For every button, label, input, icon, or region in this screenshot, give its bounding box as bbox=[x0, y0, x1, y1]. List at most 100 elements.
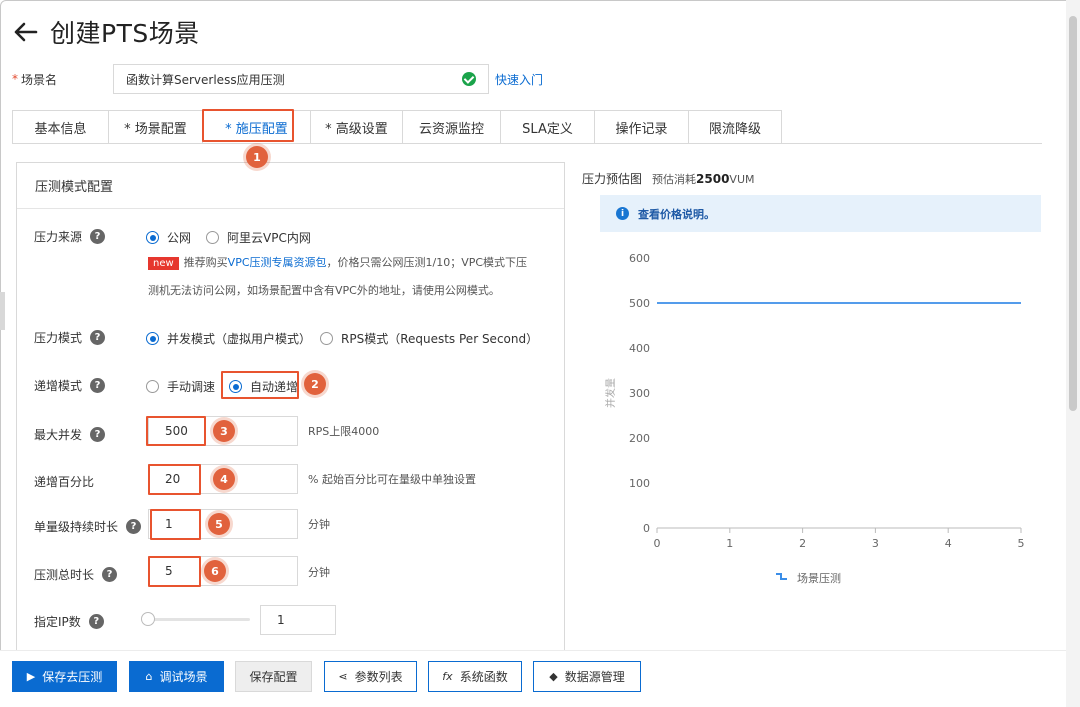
step-badge-3: 3 bbox=[213, 420, 235, 442]
function-icon: fx bbox=[442, 670, 452, 683]
tab-basic-info[interactable]: 基本信息 bbox=[12, 110, 108, 144]
step-duration-unit: 分钟 bbox=[308, 516, 330, 532]
x-tick-label: 2 bbox=[799, 537, 806, 550]
tab-advanced[interactable]: * 高级设置 bbox=[310, 110, 402, 144]
ip-count-slider-track[interactable] bbox=[146, 618, 250, 621]
help-icon[interactable]: ? bbox=[90, 229, 105, 244]
tab-label: 操作记录 bbox=[615, 118, 667, 137]
total-duration-label: 压测总时长? bbox=[34, 566, 117, 583]
page-title: 创建PTS场景 bbox=[50, 14, 200, 50]
tab-label: 限流降级 bbox=[709, 118, 761, 137]
y-tick-label: 200 bbox=[629, 432, 650, 445]
side-handle[interactable] bbox=[0, 292, 5, 330]
radio-icon bbox=[206, 231, 219, 244]
tab-sla[interactable]: SLA定义 bbox=[500, 110, 594, 144]
share-icon: ⋖ bbox=[338, 670, 347, 683]
datasource-manage-button[interactable]: ◆ 数据源管理 bbox=[533, 661, 641, 692]
ip-count-label: 指定IP数? bbox=[34, 613, 104, 630]
step-badge-6: 6 bbox=[204, 560, 226, 582]
radio-rps-mode[interactable]: RPS模式（Requests Per Second） bbox=[320, 330, 538, 347]
cube-icon: ◆ bbox=[549, 670, 557, 683]
back-arrow-icon[interactable] bbox=[12, 19, 38, 45]
y-tick-label: 600 bbox=[629, 252, 650, 265]
help-icon[interactable]: ? bbox=[90, 378, 105, 393]
max-concurrency-hint: RPS上限4000 bbox=[308, 423, 379, 439]
help-icon[interactable]: ? bbox=[126, 519, 141, 534]
new-tag: new bbox=[148, 257, 179, 270]
label-text: 递增模式 bbox=[34, 377, 82, 394]
tab-label: * 高级设置 bbox=[325, 118, 388, 137]
vpc-tip-line2: 测机无法访问公网，如场景配置中含有VPC外的地址，请使用公网模式。 bbox=[148, 278, 500, 304]
param-list-button[interactable]: ⋖ 参数列表 bbox=[324, 661, 417, 692]
cost-prefix: 预估消耗 bbox=[652, 173, 696, 186]
vpc-package-link[interactable]: VPC压测专属资源包 bbox=[228, 256, 327, 269]
quick-start-link[interactable]: 快速入门 bbox=[495, 71, 543, 88]
cost-estimate: 预估消耗2500VUM bbox=[652, 171, 754, 187]
help-icon[interactable]: ? bbox=[89, 614, 104, 629]
total-duration-unit: 分钟 bbox=[308, 564, 330, 580]
tab-scene-config[interactable]: * 场景配置 bbox=[108, 110, 202, 144]
radio-vpc-network[interactable]: 阿里云VPC内网 bbox=[206, 229, 311, 246]
button-label: 保存去压测 bbox=[42, 668, 102, 685]
radio-selected-icon bbox=[229, 380, 242, 393]
scene-name-input[interactable]: 函数计算Serverless应用压测 bbox=[113, 64, 489, 94]
tab-bar: 基本信息 * 场景配置 * 施压配置 * 高级设置 云资源监控 SLA定义 操作… bbox=[12, 110, 782, 144]
legend-label: 场景压测 bbox=[797, 571, 841, 585]
tip-text: ，价格只需公网压测1/10；VPC模式下压 bbox=[327, 256, 528, 269]
button-label: 系统函数 bbox=[460, 668, 508, 685]
required-mark: * bbox=[12, 72, 18, 86]
radio-concurrency-mode[interactable]: 并发模式（虚拟用户模式） bbox=[146, 330, 311, 347]
save-config-button[interactable]: 保存配置 bbox=[235, 661, 312, 692]
label-text: 最大并发 bbox=[34, 426, 82, 443]
bug-icon: ⌂ bbox=[146, 670, 153, 683]
tip-text: 推荐购买 bbox=[184, 256, 228, 269]
pressure-preview-title: 压力预估图 bbox=[582, 170, 642, 187]
system-functions-button[interactable]: fx 系统函数 bbox=[428, 661, 522, 692]
save-and-run-button[interactable]: ▶ 保存去压测 bbox=[12, 661, 117, 692]
ip-count-slider-handle[interactable] bbox=[141, 612, 155, 626]
x-tick-label: 1 bbox=[726, 537, 733, 550]
x-tick-label: 5 bbox=[1018, 537, 1025, 550]
tab-pressure-config[interactable]: * 施压配置 bbox=[202, 110, 310, 144]
scrollbar-thumb[interactable] bbox=[1069, 16, 1077, 411]
button-label: 数据源管理 bbox=[565, 668, 625, 685]
pressure-mode-label: 压力模式? bbox=[34, 329, 105, 346]
button-label: 参数列表 bbox=[355, 668, 403, 685]
step-badge-2: 2 bbox=[304, 373, 326, 395]
x-tick-label: 3 bbox=[872, 537, 879, 550]
radio-label: 并发模式（虚拟用户模式） bbox=[167, 330, 311, 347]
tab-throttle[interactable]: 限流降级 bbox=[688, 110, 782, 144]
tab-operation-log[interactable]: 操作记录 bbox=[594, 110, 688, 144]
help-icon[interactable]: ? bbox=[90, 330, 105, 345]
step-badge-4: 4 bbox=[213, 468, 235, 490]
play-circle-icon: ▶ bbox=[27, 670, 35, 683]
y-tick-label: 100 bbox=[629, 477, 650, 490]
page-header: 创建PTS场景 bbox=[12, 14, 200, 50]
cost-value: 2500 bbox=[696, 172, 729, 186]
help-icon[interactable]: ? bbox=[102, 567, 117, 582]
y-tick-label: 300 bbox=[629, 387, 650, 400]
button-label: 保存配置 bbox=[249, 668, 297, 685]
label-text: 压力模式 bbox=[34, 329, 82, 346]
button-label: 调试场景 bbox=[159, 668, 207, 685]
ip-count-input[interactable]: 1 bbox=[260, 605, 336, 635]
price-info-text: 查看价格说明。 bbox=[638, 206, 715, 222]
radio-public-network[interactable]: 公网 bbox=[146, 229, 191, 246]
debug-scene-button[interactable]: ⌂ 调试场景 bbox=[129, 661, 224, 692]
ramp-percent-hint: % 起始百分比可在量级中单独设置 bbox=[308, 471, 476, 487]
radio-selected-icon bbox=[146, 332, 159, 345]
panel-title: 压测模式配置 bbox=[17, 163, 564, 209]
radio-manual-ramp[interactable]: 手动调速 bbox=[146, 378, 215, 395]
pressure-preview-header: 压力预估图 预估消耗2500VUM bbox=[582, 170, 755, 187]
tab-label: SLA定义 bbox=[522, 118, 573, 137]
tab-cloud-monitor[interactable]: 云资源监控 bbox=[402, 110, 500, 144]
price-info-banner[interactable]: i 查看价格说明。 bbox=[600, 195, 1041, 232]
help-icon[interactable]: ? bbox=[90, 427, 105, 442]
label-text: 压力来源 bbox=[34, 228, 82, 245]
legend-line-icon bbox=[776, 574, 787, 579]
tab-label: 基本信息 bbox=[34, 118, 86, 137]
max-concurrency-label: 最大并发? bbox=[34, 426, 105, 443]
cost-unit: VUM bbox=[729, 173, 754, 186]
check-circle-icon bbox=[462, 72, 476, 86]
radio-auto-ramp[interactable]: 自动递增 bbox=[229, 378, 298, 395]
